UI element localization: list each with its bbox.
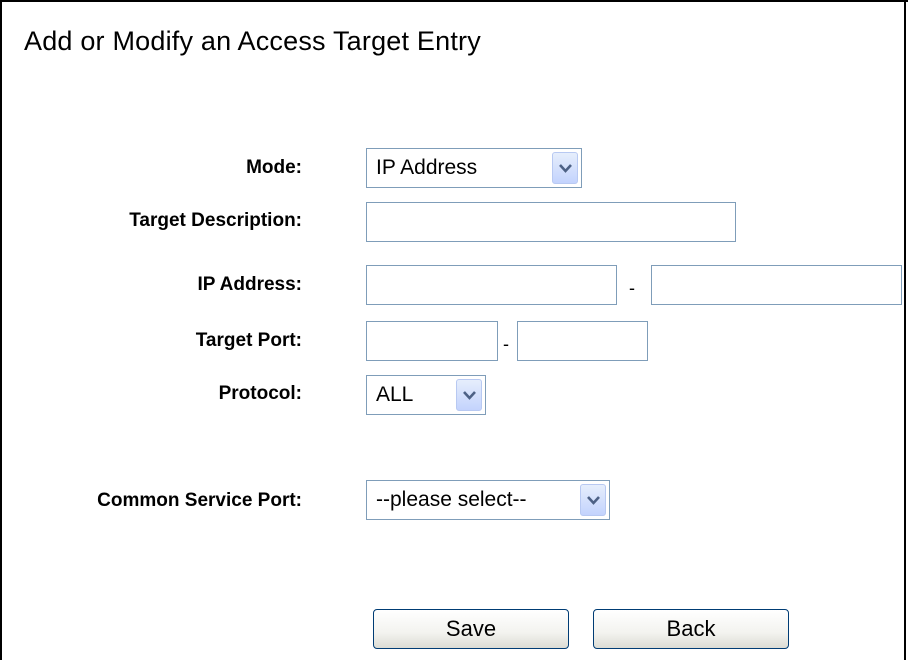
target-port-start-input[interactable] xyxy=(366,321,498,361)
common-service-port-select-value: --please select-- xyxy=(376,488,527,511)
ip-address-separator: - xyxy=(629,278,635,298)
save-button[interactable]: Save xyxy=(373,609,569,649)
frame-border-right xyxy=(904,0,906,660)
mode-select-value: IP Address xyxy=(376,156,478,179)
target-port-label: Target Port: xyxy=(195,330,302,351)
target-port-separator: - xyxy=(503,334,509,354)
target-description-input[interactable] xyxy=(366,202,736,242)
back-button[interactable]: Back xyxy=(593,609,789,649)
frame-border-top xyxy=(0,0,908,2)
chevron-down-icon[interactable] xyxy=(580,484,606,516)
ip-address-start-input[interactable] xyxy=(366,265,617,305)
ip-address-end-input[interactable] xyxy=(651,265,902,305)
target-description-label: Target Description: xyxy=(129,210,302,231)
ip-address-label: IP Address: xyxy=(197,274,302,295)
mode-label: Mode: xyxy=(246,157,302,178)
protocol-select[interactable]: ALL xyxy=(366,375,486,415)
page-title: Add or Modify an Access Target Entry xyxy=(24,26,481,56)
frame-border-left xyxy=(0,0,2,660)
chevron-down-icon[interactable] xyxy=(552,152,578,184)
mode-select[interactable]: IP Address xyxy=(366,148,582,188)
common-service-port-select[interactable]: --please select-- xyxy=(366,480,610,520)
protocol-select-value: ALL xyxy=(376,383,414,406)
chevron-down-icon[interactable] xyxy=(456,379,482,411)
target-port-end-input[interactable] xyxy=(517,321,648,361)
protocol-label: Protocol: xyxy=(218,383,302,404)
common-service-port-label: Common Service Port: xyxy=(97,490,302,511)
